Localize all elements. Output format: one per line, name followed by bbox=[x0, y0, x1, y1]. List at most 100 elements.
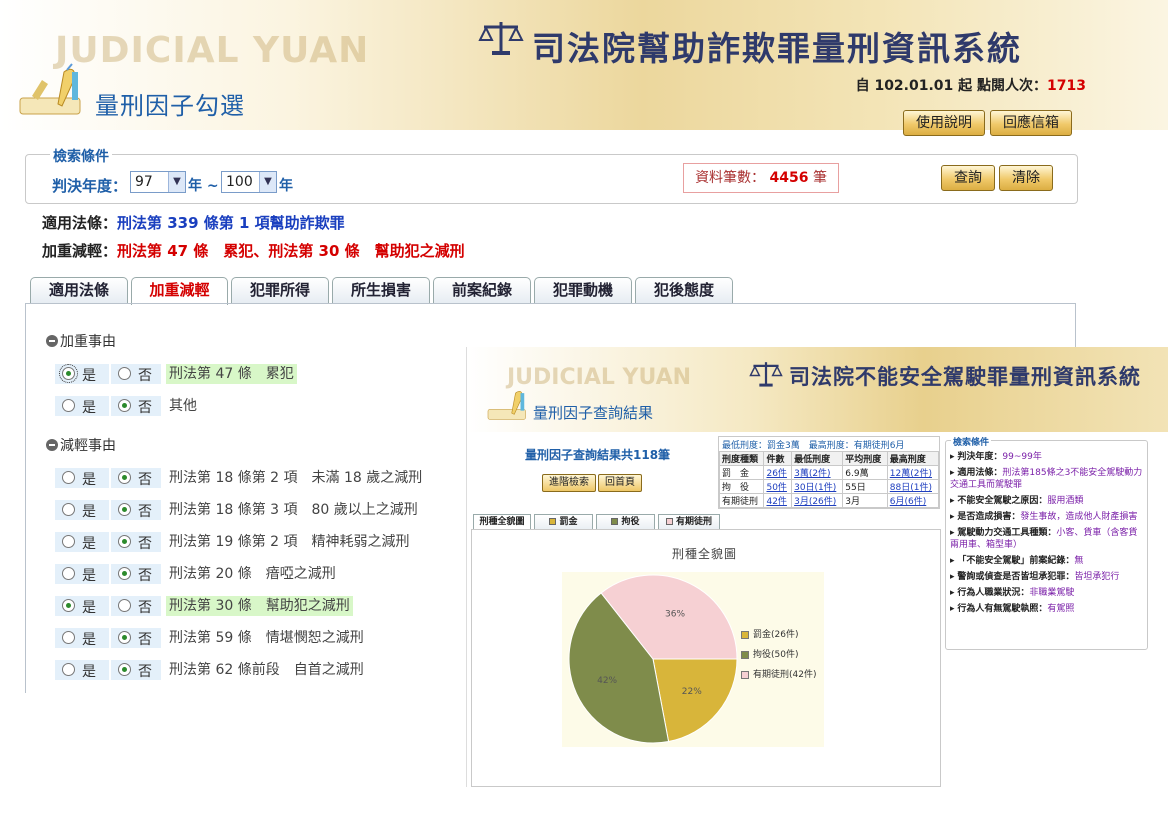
no-option: 否 bbox=[111, 364, 161, 384]
year-separator: 年 ~ bbox=[188, 178, 219, 194]
tab-criminal-proceeds[interactable]: 犯罪所得 bbox=[231, 277, 329, 304]
query-button[interactable]: 查詢 bbox=[941, 165, 995, 191]
table-cell: 罰 金 bbox=[718, 465, 765, 480]
yes-radio[interactable] bbox=[62, 503, 75, 516]
chart-title: 刑種全貌圖 bbox=[671, 547, 737, 561]
yes-radio[interactable] bbox=[62, 399, 75, 412]
chart-legend: 罰金(26件) 拘役(50件) 有期徒刑(42件) bbox=[741, 629, 816, 689]
tab-damage[interactable]: 所生損害 bbox=[332, 277, 430, 304]
visit-counter-value: 1713 bbox=[1047, 78, 1086, 94]
stats-caption: 最低刑度：罰金3萬 最高刑度：有期徒刑6月 bbox=[722, 441, 905, 451]
overlay-header: JUDICIAL YUAN 量刑因子查詢結果 司法院不能安全駕駛罪量刑資訊系統 bbox=[467, 347, 1168, 432]
yes-radio[interactable] bbox=[62, 599, 75, 612]
clear-button[interactable]: 清除 bbox=[999, 165, 1053, 191]
overlay-result-screenshot: JUDICIAL YUAN 量刑因子查詢結果 司法院不能安全駕駛罪量刑資訊系統 … bbox=[466, 347, 1168, 787]
tab-motive[interactable]: 犯罪動機 bbox=[534, 277, 632, 304]
criteria-key: 行為人職業狀況： bbox=[957, 588, 1030, 598]
no-radio[interactable] bbox=[118, 471, 131, 484]
aggravating-section-header[interactable]: 加重事由 bbox=[46, 331, 116, 351]
tab-post-crime-attitude[interactable]: 犯後態度 bbox=[635, 277, 733, 304]
tab-imprisonment[interactable]: 有期徒刑 bbox=[658, 514, 720, 530]
factor-text: 刑法第 30 條 幫助犯之減刑 bbox=[166, 596, 353, 616]
pie-svg: 22% 42% 36% bbox=[568, 574, 738, 744]
table-cell: 有期徒刑 bbox=[718, 493, 765, 508]
no-option: 否 bbox=[111, 564, 161, 584]
feedback-mailbox-button[interactable]: 回應信箱 bbox=[990, 110, 1072, 136]
table-cell: 3月 bbox=[842, 493, 888, 508]
count-link[interactable]: 42件 bbox=[766, 497, 786, 507]
table-cell: 3萬(2件) bbox=[791, 465, 844, 480]
min-link[interactable]: 3月(26件) bbox=[794, 497, 836, 507]
min-link[interactable]: 30日(1件) bbox=[794, 483, 836, 493]
tab-detention[interactable]: 拘役 bbox=[596, 514, 655, 530]
yes-radio[interactable] bbox=[62, 535, 75, 548]
book-quill-icon bbox=[19, 63, 81, 115]
table-cell: 6.9萬 bbox=[842, 465, 888, 480]
no-radio[interactable] bbox=[118, 599, 131, 612]
legend-swatch-icon bbox=[741, 651, 749, 659]
yes-radio[interactable] bbox=[62, 567, 75, 580]
column-header: 件數 bbox=[763, 451, 793, 466]
tab-label: 罰金 bbox=[559, 517, 578, 527]
max-link[interactable]: 12萬(2件) bbox=[890, 469, 932, 479]
tab-applicable-law[interactable]: 適用法條 bbox=[30, 277, 128, 304]
yes-radio[interactable] bbox=[59, 364, 78, 383]
criteria-value: 皆坦承犯行 bbox=[1074, 572, 1120, 582]
advanced-search-button[interactable]: 進階檢索 bbox=[542, 474, 596, 492]
no-radio[interactable] bbox=[118, 367, 131, 380]
yes-option: 是 bbox=[55, 396, 109, 416]
table-cell: 6月(6件) bbox=[886, 493, 940, 508]
criteria-value: 99~99年 bbox=[1002, 452, 1042, 462]
no-option: 否 bbox=[111, 468, 161, 488]
criteria-key: 是否造成損害： bbox=[957, 512, 1021, 522]
yes-radio[interactable] bbox=[62, 631, 75, 644]
yes-label: 是 bbox=[82, 568, 96, 584]
year-from-select[interactable]: 97 ▼ bbox=[130, 171, 186, 193]
list-item: ▸ 判決年度：99~99年 bbox=[950, 452, 1042, 462]
no-option: 否 bbox=[111, 532, 161, 552]
criteria-key: 不能安全駕駛之原因： bbox=[957, 496, 1048, 506]
no-radio[interactable] bbox=[118, 567, 131, 580]
no-label: 否 bbox=[138, 568, 152, 584]
factor-text: 刑法第 47 條 累犯 bbox=[166, 364, 297, 384]
table-row: 罰 金 26件 3萬(2件) 6.9萬 12萬(2件) bbox=[718, 465, 940, 480]
factor-text: 刑法第 18 條第 3 項 80 歲以上之減刑 bbox=[169, 502, 418, 518]
no-radio[interactable] bbox=[118, 503, 131, 516]
manual-button[interactable]: 使用說明 bbox=[903, 110, 985, 136]
yes-label: 是 bbox=[82, 632, 96, 648]
max-link[interactable]: 6月(6件) bbox=[890, 497, 926, 507]
table-cell: 42件 bbox=[763, 493, 793, 508]
yes-label: 是 bbox=[82, 664, 96, 680]
no-radio[interactable] bbox=[118, 663, 131, 676]
table-cell: 55日 bbox=[842, 479, 888, 494]
factor-text: 刑法第 59 條 情堪憫恕之減刑 bbox=[169, 630, 364, 646]
criteria-value: 有駕照 bbox=[1047, 604, 1075, 614]
count-link[interactable]: 50件 bbox=[766, 483, 786, 493]
imprisonment-swatch-icon bbox=[665, 518, 673, 525]
tab-overview-chart[interactable]: 刑種全貌圖 bbox=[473, 514, 531, 530]
no-radio[interactable] bbox=[118, 399, 131, 412]
legend-label: 拘役(50件) bbox=[753, 650, 799, 660]
list-item: ▸ 警詢或偵查是否皆坦承犯罪：皆坦承犯行 bbox=[950, 572, 1120, 582]
mitigating-section-header[interactable]: 減輕事由 bbox=[46, 435, 116, 455]
count-link[interactable]: 26件 bbox=[766, 469, 786, 479]
criteria-key: 判決年度： bbox=[957, 452, 1003, 462]
max-link[interactable]: 88日(1件) bbox=[890, 483, 932, 493]
table-cell: 30日(1件) bbox=[791, 479, 844, 494]
no-radio[interactable] bbox=[118, 631, 131, 644]
home-button[interactable]: 回首頁 bbox=[598, 474, 642, 492]
yes-radio[interactable] bbox=[62, 663, 75, 676]
no-option: 否 bbox=[111, 500, 161, 520]
sentence-stats-table: 最低刑度：罰金3萬 最高刑度：有期徒刑6月 刑度種類 件數 最低刑度 平均刑度 … bbox=[718, 436, 940, 509]
no-label: 否 bbox=[138, 368, 152, 384]
page-header: JUDICIAL YUAN 量刑因子勾選 司法院幫助詐欺罪量刑資訊系統 自 10… bbox=[0, 0, 1168, 136]
tab-aggravate-mitigate[interactable]: 加重減輕 bbox=[131, 277, 228, 305]
pie-percent-label: 42% bbox=[597, 676, 617, 686]
tab-fine[interactable]: 罰金 bbox=[534, 514, 593, 530]
no-radio[interactable] bbox=[118, 535, 131, 548]
min-link[interactable]: 3萬(2件) bbox=[794, 469, 830, 479]
year-to-select[interactable]: 100 ▼ bbox=[221, 171, 277, 193]
yes-radio[interactable] bbox=[62, 471, 75, 484]
tab-prior-record[interactable]: 前案紀錄 bbox=[433, 277, 531, 304]
column-header: 最高刑度 bbox=[886, 451, 940, 466]
